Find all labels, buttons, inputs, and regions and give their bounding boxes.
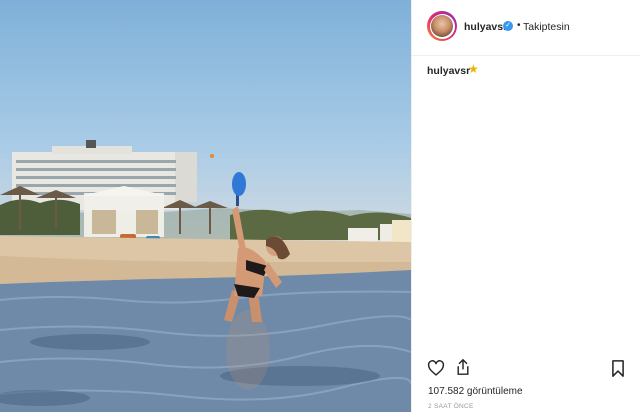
caption-username[interactable]: hulyavsr xyxy=(427,65,470,77)
caption-star-emoji: ★ xyxy=(468,62,479,76)
avatar-ring xyxy=(429,13,455,39)
bookmark-icon[interactable] xyxy=(611,360,625,382)
share-icon[interactable] xyxy=(455,358,471,381)
verified-badge-icon: ✓ xyxy=(503,21,513,31)
avatar-photo xyxy=(431,15,453,37)
heart-icon[interactable] xyxy=(427,360,445,381)
avatar[interactable] xyxy=(427,11,457,41)
post-video[interactable] xyxy=(0,0,411,412)
post-timestamp: 2 SAAT ÖNCE xyxy=(428,403,474,410)
post-actions xyxy=(412,356,640,382)
beach-scene-image xyxy=(0,140,411,412)
separator-dot: • xyxy=(517,20,521,31)
post-details-panel: hulyavsr ✓ • Takiptesin hulyavsr ★ 107.5… xyxy=(411,0,640,412)
post-header: hulyavsr ✓ • Takiptesin xyxy=(412,0,640,56)
view-count[interactable]: 107.582 görüntüleme xyxy=(428,386,523,397)
following-button[interactable]: Takiptesin xyxy=(523,21,570,33)
header-username[interactable]: hulyavsr xyxy=(464,21,507,33)
